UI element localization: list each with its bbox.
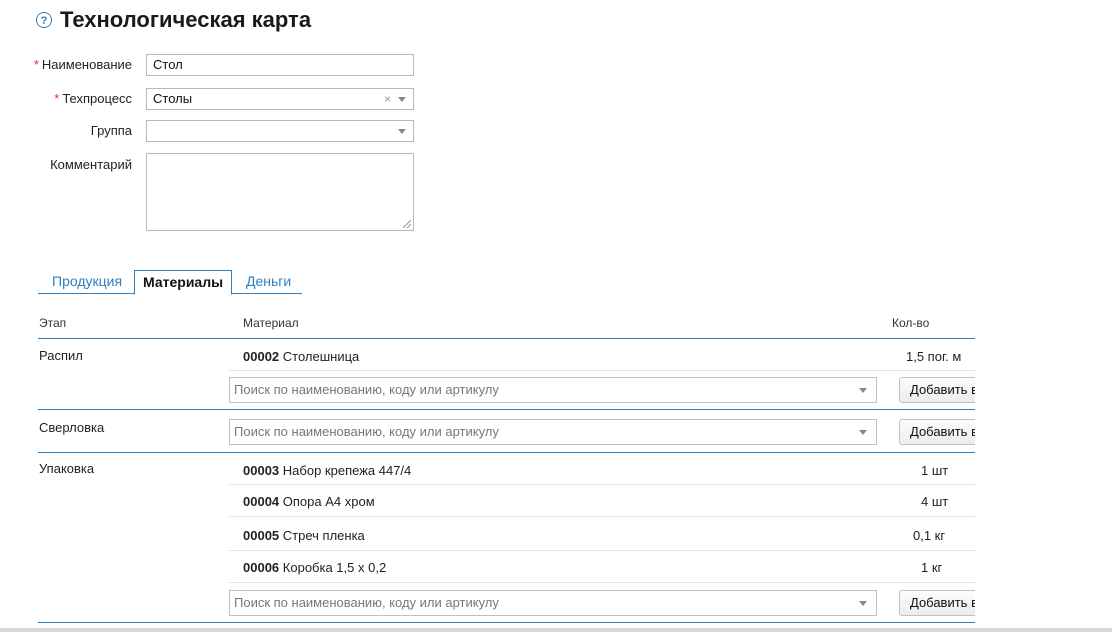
stage-name: Распил [39,348,83,363]
material-item: 00003 Набор крепежа 447/4 [243,463,412,478]
chevron-down-icon[interactable] [398,97,406,102]
material-search-input[interactable]: Поиск по наименованию, коду или артикулу [229,419,877,445]
material-item: 00006 Коробка 1,5 х 0,2 [243,560,387,575]
chevron-down-icon[interactable] [398,129,406,134]
material-qty: 1 шт [921,463,949,478]
material-qty: 4 шт [921,494,949,509]
stage-divider [38,452,975,453]
chevron-down-icon[interactable] [859,430,867,435]
horizontal-scrollbar[interactable] [0,628,1112,632]
stage-name: Сверловка [39,420,105,435]
column-header-qty: Кол-во [892,316,930,330]
resize-handle-icon[interactable] [403,220,411,228]
stage-divider [38,409,975,410]
viewport-edge [975,300,1112,632]
tab-materials[interactable]: Материалы [134,270,233,295]
name-input[interactable]: Стол [146,54,414,76]
help-icon[interactable]: ? [36,12,52,28]
row-divider [229,550,975,551]
stage-divider [38,622,975,623]
material-qty: 0,1 кг [913,528,946,543]
header-divider [38,338,975,339]
tab-products[interactable]: Продукция [52,270,122,293]
clear-icon[interactable]: × [384,89,391,109]
chevron-down-icon[interactable] [859,388,867,393]
comment-label: Комментарий [50,157,132,172]
chevron-down-icon[interactable] [859,601,867,606]
process-label: * Техпроцесс [54,91,132,106]
material-qty: 1,5 пог. м [906,349,962,364]
group-select[interactable] [146,120,414,142]
tab-money[interactable]: Деньги [246,270,291,293]
required-mark: * [33,57,39,72]
column-header-stage: Этап [39,316,67,330]
material-item: 00005 Стреч пленка [243,528,365,543]
material-search-input[interactable]: Поиск по наименованию, коду или артикулу [229,590,877,616]
comment-textarea[interactable] [146,153,414,231]
material-search-input[interactable]: Поиск по наименованию, коду или артикулу [229,377,877,403]
material-item: 00004 Опора А4 хром [243,494,375,509]
process-select[interactable]: Столы × [146,88,414,110]
row-divider [229,484,975,485]
page-title: Технологическая карта [60,7,312,32]
row-divider [229,582,975,583]
group-label: Группа [90,123,132,138]
column-header-material: Материал [243,316,299,330]
row-divider [229,516,975,517]
row-divider [229,370,975,371]
required-mark: * [54,91,60,106]
material-item: 00002 Столешница [243,349,360,364]
stage-name: Упаковка [39,461,95,476]
material-qty: 1 кг [921,560,943,575]
name-label: * Наименование [33,57,132,72]
